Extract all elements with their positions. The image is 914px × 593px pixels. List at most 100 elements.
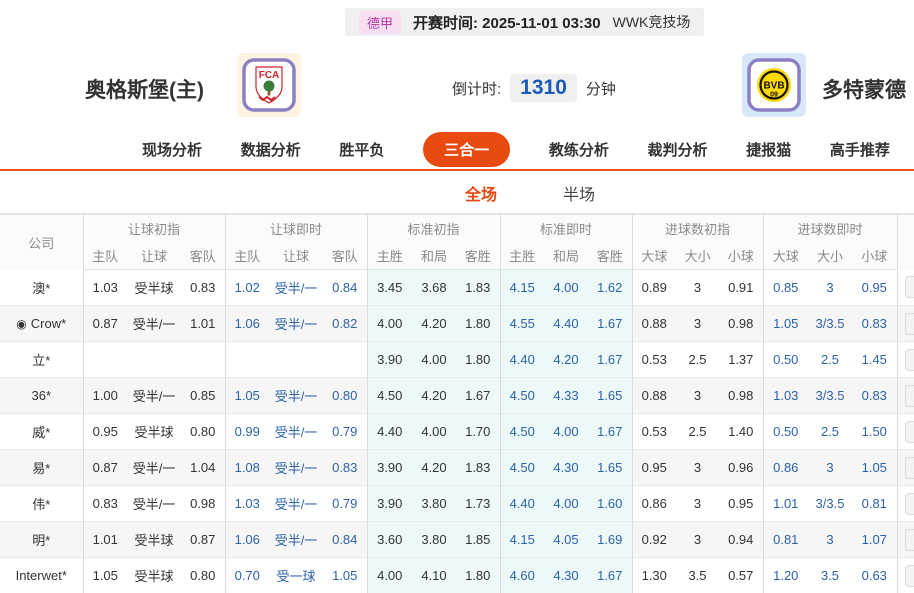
subtab-2[interactable]: 半场 — [563, 181, 595, 205]
company-name: Interwet* — [16, 568, 67, 583]
odds-cell: 3.45 — [367, 270, 412, 306]
odds-cell: 受半/一 — [269, 522, 323, 558]
odds-cell — [181, 342, 225, 378]
odds-cell: 0.95 — [83, 414, 127, 450]
odds-cell: 0.95 — [719, 486, 763, 522]
odds-cell: 4.00 — [412, 342, 456, 378]
odds-cell: 0.79 — [323, 414, 367, 450]
away-team-name: 多特蒙德 — [822, 74, 906, 104]
odds-cell: 1.03 — [763, 378, 808, 414]
odds-cell: 1.80 — [456, 342, 500, 378]
sub-column-header: 客胜 — [456, 242, 500, 270]
odds-cell: 3.5 — [676, 558, 719, 593]
detail-button-stub[interactable] — [905, 313, 914, 335]
odds-cell: 3.90 — [367, 486, 412, 522]
odds-cell: 4.40 — [544, 306, 588, 342]
table-row: Interwet*1.05受半球0.800.70受一球1.054.004.101… — [0, 558, 914, 593]
odds-cell: 0.84 — [323, 270, 367, 306]
clipped-cell — [897, 414, 914, 450]
odds-cell: 0.83 — [83, 486, 127, 522]
group-header: 标准初指 — [367, 215, 500, 243]
nav-tab-2[interactable]: 数据分析 — [241, 139, 301, 160]
odds-cell: 4.50 — [500, 378, 544, 414]
bvb-crest-icon: BVB 09 — [742, 53, 806, 117]
group-header: 进球数即时 — [763, 215, 897, 243]
odds-cell: 3/3.5 — [808, 486, 852, 522]
odds-cell: 4.00 — [544, 486, 588, 522]
detail-button-stub[interactable] — [905, 349, 914, 371]
table-row: 伟*0.83受半/一0.981.03受半/一0.793.903.801.734.… — [0, 486, 914, 522]
odds-cell: 1.05 — [323, 558, 367, 593]
company-cell[interactable]: 易* — [0, 450, 83, 486]
group-header: 让球即时 — [225, 215, 367, 243]
nav-tab-3[interactable]: 胜平负 — [339, 139, 384, 160]
detail-button-stub[interactable] — [905, 493, 914, 515]
odds-cell: 1.67 — [588, 342, 632, 378]
detail-button-stub[interactable] — [905, 421, 914, 443]
odds-cell: 1.67 — [456, 378, 500, 414]
svg-text:09: 09 — [770, 92, 778, 99]
nav-tab-4[interactable]: 三合一 — [423, 132, 510, 167]
odds-cell: 1.04 — [181, 450, 225, 486]
match-info-bar: 德甲 开赛时间: 2025-11-01 03:30 WWK竞技场 — [345, 8, 704, 36]
company-cell[interactable]: 威* — [0, 414, 83, 450]
odds-cell: 0.88 — [632, 378, 676, 414]
odds-cell: 受半/一 — [127, 306, 181, 342]
nav-tab-8[interactable]: 高手推荐 — [830, 139, 890, 160]
league-badge[interactable]: 德甲 — [359, 11, 401, 34]
soccer-ball-icon: ◉ — [16, 317, 26, 331]
company-cell[interactable]: 澳* — [0, 270, 83, 306]
detail-button-stub[interactable] — [905, 276, 914, 298]
company-cell[interactable]: 立* — [0, 342, 83, 378]
odds-cell: 3 — [676, 522, 719, 558]
odds-cell: 0.84 — [323, 522, 367, 558]
odds-cell: 4.00 — [367, 558, 412, 593]
company-cell[interactable]: ◉Crow* — [0, 306, 83, 342]
table-row: 澳*1.03受半球0.831.02受半/一0.843.453.681.834.1… — [0, 270, 914, 306]
odds-cell: 1.67 — [588, 306, 632, 342]
sub-column-header: 让球 — [269, 242, 323, 270]
odds-cell: 0.91 — [719, 270, 763, 306]
table-row: 36*1.00受半/一0.851.05受半/一0.804.504.201.674… — [0, 378, 914, 414]
odds-cell: 1.03 — [225, 486, 269, 522]
group-header: 让球初指 — [83, 215, 225, 243]
odds-cell: 受半/一 — [269, 270, 323, 306]
nav-tab-7[interactable]: 捷报猫 — [746, 139, 791, 160]
odds-cell: 1.05 — [763, 306, 808, 342]
nav-tab-5[interactable]: 教练分析 — [549, 139, 609, 160]
odds-cell: 1.45 — [852, 342, 897, 378]
detail-button-stub[interactable] — [905, 457, 914, 479]
company-cell[interactable]: 明* — [0, 522, 83, 558]
sub-column-header: 大球 — [763, 242, 808, 270]
odds-cell: 1.83 — [456, 270, 500, 306]
odds-cell: 受半/一 — [127, 450, 181, 486]
odds-cell: 4.40 — [367, 414, 412, 450]
fca-crest-icon: FCA — [237, 53, 301, 117]
detail-button-stub[interactable] — [905, 529, 914, 551]
company-cell[interactable]: 伟* — [0, 486, 83, 522]
company-name: 明* — [32, 533, 50, 548]
odds-cell: 3 — [808, 522, 852, 558]
detail-button-stub[interactable] — [905, 565, 914, 587]
sub-column-header: 大小 — [808, 242, 852, 270]
company-cell[interactable]: 36* — [0, 378, 83, 414]
odds-cell: 4.40 — [500, 342, 544, 378]
sub-column-header: 客队 — [323, 242, 367, 270]
sub-column-header: 主胜 — [367, 242, 412, 270]
odds-cell: 0.53 — [632, 414, 676, 450]
nav-tab-1[interactable]: 现场分析 — [142, 139, 202, 160]
odds-cell: 0.53 — [632, 342, 676, 378]
odds-cell: 1.50 — [852, 414, 897, 450]
odds-cell: 1.67 — [588, 558, 632, 593]
odds-cell: 1.37 — [719, 342, 763, 378]
odds-cell: 0.80 — [323, 378, 367, 414]
odds-cell: 3 — [808, 450, 852, 486]
sub-column-header: 和局 — [544, 242, 588, 270]
nav-tab-6[interactable]: 裁判分析 — [648, 139, 708, 160]
odds-cell: 2.5 — [676, 414, 719, 450]
detail-button-stub[interactable] — [905, 385, 914, 407]
subtab-1[interactable]: 全场 — [465, 181, 497, 205]
company-name: 36* — [31, 388, 51, 403]
company-cell[interactable]: Interwet* — [0, 558, 83, 593]
odds-cell: 3.60 — [367, 522, 412, 558]
